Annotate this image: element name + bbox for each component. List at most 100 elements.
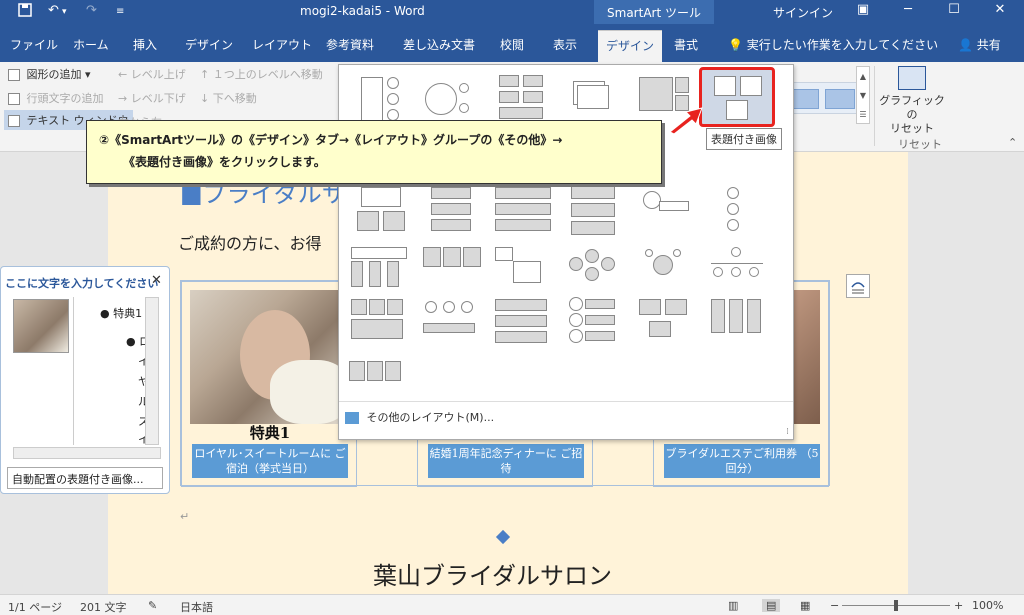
print-layout-icon[interactable]: ▤ (762, 599, 781, 612)
smartart-icon (345, 412, 359, 424)
layout-options-icon[interactable] (846, 274, 870, 298)
layout-option[interactable] (563, 183, 627, 239)
tab-layout[interactable]: レイアウト (252, 36, 312, 53)
layout-option[interactable] (347, 357, 411, 413)
undo-icon[interactable]: ↶ (48, 3, 59, 18)
page-count[interactable]: 1/1 ページ (8, 599, 62, 615)
card-title[interactable]: 特典1 (182, 422, 358, 443)
layout-shape (387, 77, 399, 89)
tell-me-search[interactable]: 💡 実行したい作業を入力してください (728, 36, 938, 53)
layout-option[interactable] (347, 183, 411, 239)
layout-shape (665, 299, 687, 315)
card-caption[interactable]: ブライダルエステご利用券 （5回分） (664, 444, 820, 478)
card-caption[interactable]: 結婚1周年記念ディナーに ご招待 (428, 444, 584, 478)
demote-button[interactable]: → レベル下げ (118, 90, 186, 106)
layout-option-titled-picture[interactable] (699, 67, 775, 127)
gallery-scroll[interactable]: ▲ ▼ ☰ (856, 66, 870, 124)
maximize-icon[interactable]: ☐ (944, 2, 964, 17)
tab-home[interactable]: ホーム (73, 36, 109, 53)
smartart-tools-label: SmartArt ツール (594, 0, 714, 24)
add-bullet-button[interactable]: 行頭文字の追加 (8, 90, 104, 106)
more-layouts-menu-item[interactable]: その他のレイアウト(M)... (345, 409, 494, 425)
tab-file[interactable]: ファイル (10, 36, 58, 53)
layout-shape (727, 187, 739, 199)
layout-option[interactable] (635, 295, 699, 351)
customize-toolbar-icon[interactable]: ≡ (116, 6, 124, 17)
arrow-up-icon: ↑ (200, 68, 210, 81)
layout-shape (649, 321, 671, 337)
image-placeholder-thumb[interactable] (13, 299, 69, 353)
tab-design[interactable]: デザイン (185, 36, 233, 53)
smartart-card[interactable]: 特典1 ロイヤル･スイートルームに ご宿泊（挙式当日） (181, 281, 357, 487)
share-button[interactable]: 👤 共有 (958, 36, 1001, 53)
layout-option[interactable] (419, 295, 483, 351)
layout-shape (361, 77, 383, 121)
layout-option[interactable] (707, 295, 771, 351)
reset-graphic-button[interactable]: グラフィックの リセット (878, 66, 946, 136)
tab-smartart-format[interactable]: 書式 (674, 36, 698, 53)
layout-shape (727, 219, 739, 231)
layout-shape (431, 219, 471, 231)
layout-shape (459, 103, 469, 113)
signin-link[interactable]: サインイン (773, 4, 833, 21)
minimize-icon[interactable]: ─ (898, 2, 918, 17)
instruction-callout: ②《SmartArtツール》の《デザイン》タブ→《レイアウト》グループの《その他… (86, 120, 662, 184)
redo-icon[interactable]: ↷ (86, 3, 97, 18)
move-up-level-button[interactable]: ↑ １つ上のレベルへ移動 (200, 66, 323, 82)
undo-dropdown-icon[interactable]: ▾ (62, 7, 67, 17)
layout-option[interactable] (491, 295, 555, 351)
layout-shape (351, 261, 363, 287)
smartart-text-pane[interactable]: ここに文字を入力してください ✕ ● 特典1 ● ロ イ ヤ ル ス イ 自動配… (0, 266, 170, 494)
layout-option[interactable] (419, 243, 483, 299)
language[interactable]: 日本語 (180, 599, 213, 615)
proofing-icon[interactable]: ✎ (148, 599, 157, 612)
layout-option[interactable] (347, 295, 411, 351)
zoom-out-icon[interactable]: − (830, 599, 839, 612)
layout-option[interactable] (347, 243, 411, 299)
zoom-in-icon[interactable]: + (954, 599, 963, 612)
zoom-slider-thumb[interactable] (894, 600, 898, 611)
layout-shape (367, 361, 383, 381)
card-caption[interactable]: ロイヤル･スイートルームに ご宿泊（挙式当日） (192, 444, 348, 478)
layout-shape (639, 299, 661, 315)
layout-option[interactable] (491, 183, 555, 239)
tab-view[interactable]: 表示 (553, 36, 577, 53)
collapse-ribbon-icon[interactable]: ⌃ (1008, 136, 1017, 149)
arrow-left-icon: ← (118, 68, 128, 81)
layout-gallery-preview[interactable] (782, 82, 862, 114)
layout-shape (349, 361, 365, 381)
resize-grip-icon[interactable]: ⁞ (786, 427, 789, 437)
close-icon[interactable]: ✕ (151, 273, 162, 288)
tab-smartart-design[interactable]: デザイン (598, 30, 663, 62)
layout-option[interactable] (635, 243, 699, 299)
layout-name-button[interactable]: 自動配置の表題付き画像... (7, 467, 163, 489)
tab-review[interactable]: 校閲 (500, 36, 524, 53)
tab-references[interactable]: 参考資料 (326, 36, 374, 53)
layout-option[interactable] (419, 183, 483, 239)
web-layout-icon[interactable]: ▦ (800, 599, 810, 612)
add-shape-button[interactable]: 図形の追加 ▾ (8, 66, 91, 82)
layout-option[interactable] (563, 243, 627, 299)
tab-mailings[interactable]: 差し込み文書 (403, 36, 475, 53)
layout-option[interactable] (563, 295, 627, 351)
word-count[interactable]: 201 文字 (80, 599, 127, 615)
move-down-button[interactable]: ↓ 下へ移動 (200, 90, 257, 106)
tab-insert[interactable]: 挿入 (133, 36, 157, 53)
layout-shape (523, 91, 543, 103)
bullet-item[interactable]: ● 特典1 (100, 305, 142, 321)
vertical-scrollbar[interactable] (145, 297, 159, 445)
save-icon[interactable] (18, 3, 32, 21)
layout-option[interactable] (707, 183, 771, 239)
layout-shape (495, 187, 551, 199)
ribbon-display-icon[interactable]: ▣ (853, 2, 873, 17)
horizontal-scrollbar[interactable] (13, 447, 161, 459)
layout-option[interactable] (491, 243, 555, 299)
promote-button[interactable]: ← レベル上げ (118, 66, 186, 82)
layout-shape (571, 203, 615, 217)
read-mode-icon[interactable]: ▥ (728, 599, 738, 612)
close-icon[interactable]: ✕ (990, 2, 1010, 17)
layout-option[interactable] (635, 183, 699, 239)
layout-shape (653, 255, 673, 275)
layout-option[interactable] (707, 243, 771, 299)
zoom-level[interactable]: 100% (972, 599, 1003, 612)
